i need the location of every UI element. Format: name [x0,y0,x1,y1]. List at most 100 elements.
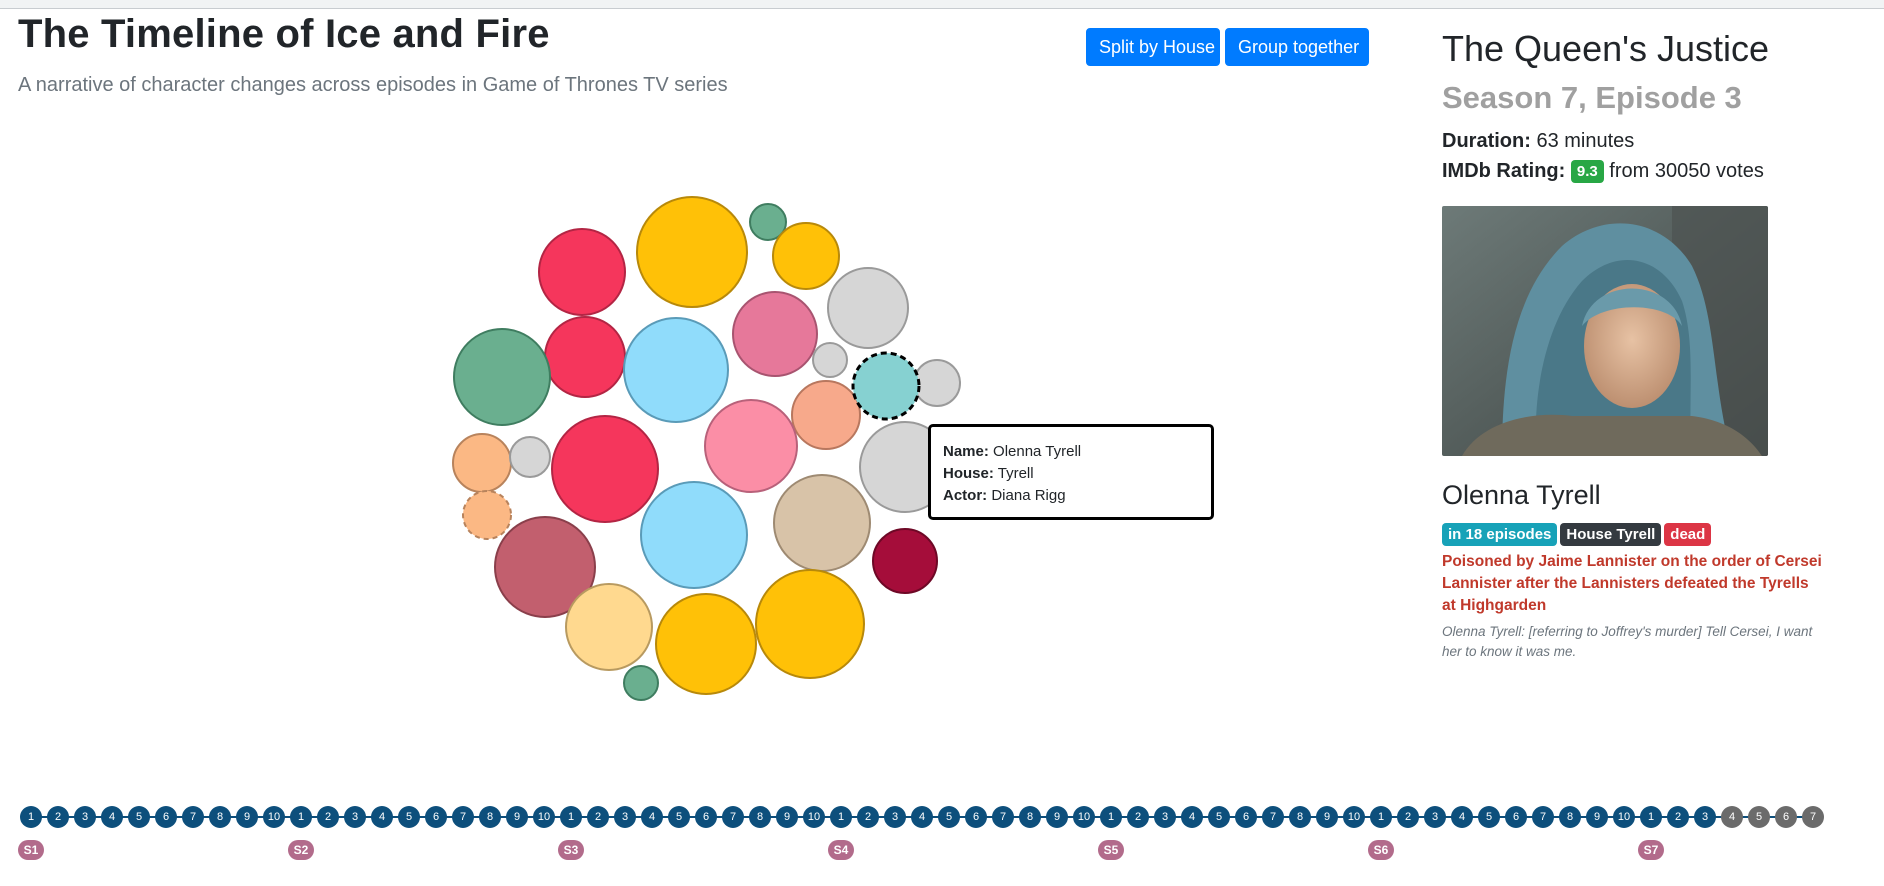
episode-dot[interactable]: 3 [614,806,636,828]
episode-dot[interactable]: 2 [587,806,609,828]
episode-dot[interactable]: 7 [452,806,474,828]
episode-dot[interactable]: 10 [1613,806,1635,828]
character-bubble[interactable] [551,415,659,523]
character-bubble[interactable] [452,433,512,493]
character-bubble[interactable] [851,351,921,421]
character-bubble[interactable] [913,359,961,407]
season-badge-s1[interactable]: S1 [18,840,44,860]
episode-dot[interactable]: 8 [209,806,231,828]
episode-dot[interactable]: 7 [1532,806,1554,828]
episode-dot[interactable]: 6 [1235,806,1257,828]
episode-dot[interactable]: 4 [911,806,933,828]
character-bubble[interactable] [755,569,865,679]
episode-dot[interactable]: 9 [1316,806,1338,828]
episode-dot[interactable]: 8 [749,806,771,828]
episode-dot[interactable]: 10 [533,806,555,828]
character-bubble[interactable] [773,474,871,572]
season-badge-s4[interactable]: S4 [828,840,854,860]
episode-dot[interactable]: 1 [830,806,852,828]
character-bubble[interactable] [872,528,938,594]
episode-dot[interactable]: 1 [560,806,582,828]
episode-dot[interactable]: 6 [695,806,717,828]
character-bubble[interactable] [509,436,551,478]
episode-dot[interactable]: 7 [1802,806,1824,828]
group-together-button[interactable]: Group together [1225,28,1369,66]
episode-dot[interactable]: 7 [182,806,204,828]
episode-dot[interactable]: 5 [1478,806,1500,828]
episode-dot[interactable]: 2 [1397,806,1419,828]
episode-dot[interactable]: 2 [857,806,879,828]
episode-dot[interactable]: 5 [1208,806,1230,828]
character-bubble[interactable] [640,481,748,589]
character-bubble[interactable] [655,593,757,695]
episode-dot[interactable]: 1 [1640,806,1662,828]
character-bubble[interactable] [636,196,748,308]
episode-dot[interactable]: 4 [1181,806,1203,828]
season-badge-s3[interactable]: S3 [558,840,584,860]
episode-dot[interactable]: 2 [47,806,69,828]
episode-dot[interactable]: 8 [479,806,501,828]
split-by-house-button[interactable]: Split by House [1086,28,1220,66]
episode-dot[interactable]: 4 [101,806,123,828]
character-bubble[interactable] [462,490,512,540]
character-bubble[interactable] [704,399,798,493]
season-badge-s5[interactable]: S5 [1098,840,1124,860]
character-bubble[interactable] [827,267,909,349]
episode-dot[interactable]: 3 [1424,806,1446,828]
episode-dot[interactable]: 10 [803,806,825,828]
episode-dot[interactable]: 5 [1748,806,1770,828]
episode-dot[interactable]: 7 [1262,806,1284,828]
episode-dot[interactable]: 8 [1559,806,1581,828]
episode-dot[interactable]: 9 [506,806,528,828]
character-bubble[interactable] [565,583,653,671]
character-bubble[interactable] [791,380,861,450]
episode-dot[interactable]: 6 [155,806,177,828]
character-bubble[interactable] [623,665,659,701]
episode-dot[interactable]: 9 [1046,806,1068,828]
episode-dot[interactable]: 3 [74,806,96,828]
episode-dot[interactable]: 1 [20,806,42,828]
episode-dot[interactable]: 9 [236,806,258,828]
episode-dot[interactable]: 6 [965,806,987,828]
season-badge-s2[interactable]: S2 [288,840,314,860]
episode-dot[interactable]: 4 [641,806,663,828]
episode-dot[interactable]: 2 [1127,806,1149,828]
episode-dot[interactable]: 1 [1370,806,1392,828]
episode-dot[interactable]: 5 [938,806,960,828]
season-badge-s7[interactable]: S7 [1638,840,1664,860]
episode-dot[interactable]: 10 [263,806,285,828]
episode-dot[interactable]: 4 [1451,806,1473,828]
episode-dot[interactable]: 6 [1505,806,1527,828]
episode-dot[interactable]: 8 [1019,806,1041,828]
episode-dot[interactable]: 3 [1154,806,1176,828]
episode-dot[interactable]: 9 [776,806,798,828]
character-bubble[interactable] [453,328,551,426]
character-bubble[interactable] [732,291,818,377]
character-bubble[interactable] [772,222,840,290]
episode-dot[interactable]: 4 [371,806,393,828]
episode-dot[interactable]: 2 [317,806,339,828]
episode-dot[interactable]: 1 [1100,806,1122,828]
episode-dot[interactable]: 8 [1289,806,1311,828]
episode-dot[interactable]: 4 [1721,806,1743,828]
episode-dot[interactable]: 3 [344,806,366,828]
episode-dot[interactable]: 5 [668,806,690,828]
episode-dot[interactable]: 3 [1694,806,1716,828]
episode-dot[interactable]: 10 [1343,806,1365,828]
character-bubble[interactable] [538,228,626,316]
character-bubble[interactable] [544,316,626,398]
episode-dot[interactable]: 5 [398,806,420,828]
character-bubble[interactable] [812,342,848,378]
episode-dot[interactable]: 3 [884,806,906,828]
episode-dot[interactable]: 7 [992,806,1014,828]
episode-dot[interactable]: 1 [290,806,312,828]
episode-dot[interactable]: 5 [128,806,150,828]
character-bubble[interactable] [623,317,729,423]
episode-dot[interactable]: 7 [722,806,744,828]
episode-dot[interactable]: 9 [1586,806,1608,828]
season-badge-s6[interactable]: S6 [1368,840,1394,860]
episode-dot[interactable]: 2 [1667,806,1689,828]
episode-dot[interactable]: 6 [1775,806,1797,828]
episode-dot[interactable]: 6 [425,806,447,828]
episode-dot[interactable]: 10 [1073,806,1095,828]
